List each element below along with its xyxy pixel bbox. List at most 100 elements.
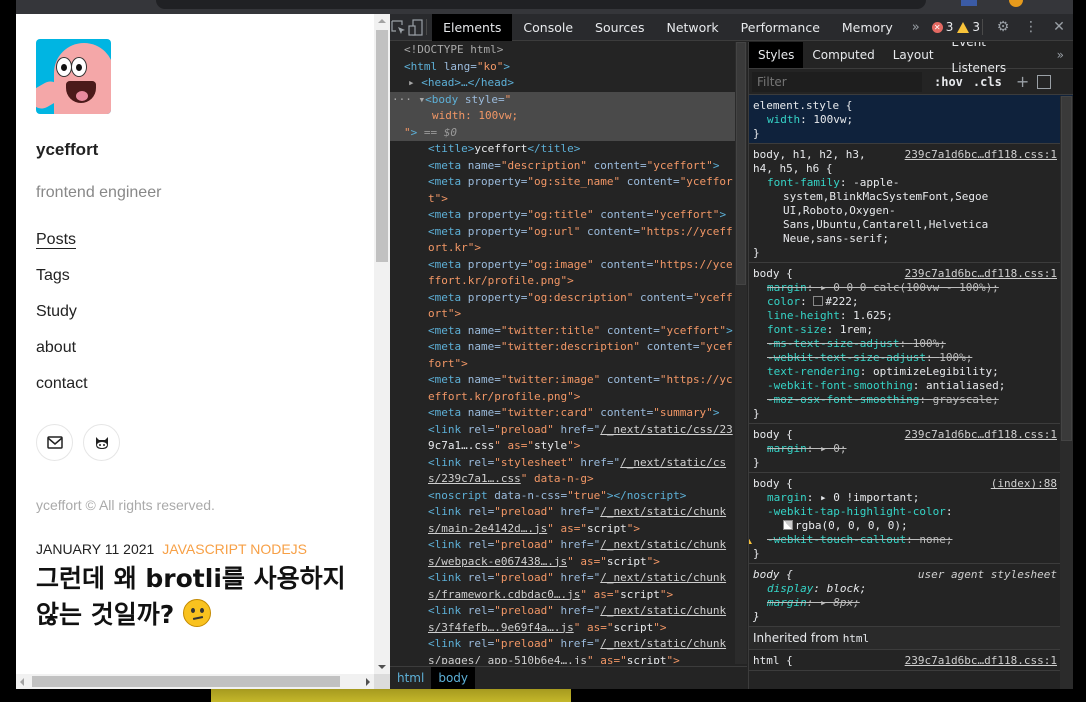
dom-node-body-selected[interactable]: ··· ▾<body style=" width: 100vw; "> == $… <box>390 91 747 141</box>
dom-node-line[interactable]: <meta name="twitter:card" content="summa… <box>390 405 747 422</box>
dom-node-line[interactable]: ort"> <box>390 306 747 323</box>
breadcrumb-html[interactable]: html <box>390 667 431 689</box>
tab-computed[interactable]: Computed <box>803 42 883 68</box>
dom-node-line[interactable]: ort.kr"> <box>390 240 747 257</box>
declaration-property[interactable]: font-size <box>767 323 827 336</box>
rule-source-link[interactable]: 239c7a1d6bc…df118.css:1 <box>905 267 1057 281</box>
dom-node-line[interactable]: <meta property="og:title" content="yceff… <box>390 207 747 224</box>
style-rule-body-index[interactable]: (index):88 body { margin: ▸ 0 !important… <box>749 473 1073 564</box>
dom-node-line[interactable]: <meta property="og:description" content=… <box>390 290 747 307</box>
declaration-value[interactable]: ▸ 8px; <box>820 596 860 609</box>
style-declaration[interactable]: display: block; <box>753 582 1069 596</box>
style-rule-user-agent[interactable]: user agent stylesheet body { display: bl… <box>749 564 1073 627</box>
more-subtabs-icon[interactable]: » <box>1048 42 1073 68</box>
declaration-property[interactable]: color <box>767 295 800 308</box>
nav-item-tags[interactable]: Tags <box>36 266 376 302</box>
dom-node-line[interactable]: ffort.kr/profile.png"> <box>390 273 747 290</box>
github-button[interactable] <box>83 424 120 461</box>
dom-node-line[interactable]: <link rel="preload" href="/_next/static/… <box>390 422 747 439</box>
style-declaration[interactable]: margin: ▸ 8px; <box>753 596 1069 610</box>
dom-node-line[interactable]: effort.kr/profile.png"> <box>390 389 747 406</box>
error-badge[interactable]: ✕ 3 <box>931 20 953 34</box>
dom-node-line[interactable]: s/239c7a1….css" data-n-g> <box>390 471 747 488</box>
inherited-element-link[interactable]: html <box>843 632 870 645</box>
dom-node-line[interactable]: <meta name="twitter:title" content="ycef… <box>390 323 747 340</box>
site-name[interactable]: yceffort <box>36 140 376 160</box>
post-tags[interactable]: JAVASCRIPT NODEJS <box>162 541 307 557</box>
address-bar[interactable] <box>156 0 926 9</box>
declaration-property[interactable]: margin <box>767 442 807 455</box>
nav-item-study[interactable]: Study <box>36 302 376 338</box>
dom-node-line[interactable]: s/3f4fefb….9e69f4a….js" as="script"> <box>390 620 747 637</box>
dom-node-line[interactable]: <title>yceffort</title> <box>390 141 747 158</box>
declaration-value[interactable]: 1.625; <box>853 309 893 322</box>
scroll-up-arrow-icon[interactable] <box>378 19 386 23</box>
dom-node-line[interactable]: s/pages/_app-510b6e4….js" as="script"> <box>390 653 747 665</box>
style-declaration[interactable]: -ms-text-size-adjust: 100%; <box>753 337 1069 351</box>
declaration-value[interactable]: 100%; <box>913 337 946 350</box>
nav-item-posts[interactable]: Posts <box>36 230 376 266</box>
dom-node-line[interactable]: <link rel="preload" href="/_next/static/… <box>390 636 747 653</box>
declaration-value[interactable]: 100%; <box>939 351 972 364</box>
style-declaration[interactable]: -webkit-tap-highlight-color: <box>753 505 1069 519</box>
dom-node-line[interactable]: 9c7a1….css" as="style"> <box>390 438 747 455</box>
scroll-right-arrow-icon[interactable] <box>366 678 370 686</box>
dom-node-line[interactable]: s/main-2e4142d….js" as="script"> <box>390 521 747 538</box>
rule-source-link[interactable]: (index):88 <box>991 477 1057 491</box>
declaration-value[interactable]: grayscale; <box>933 393 999 406</box>
style-rule-body-margin[interactable]: 239c7a1d6bc…df118.css:1 body { margin: ▸… <box>749 424 1073 473</box>
warning-badge[interactable]: 3 <box>957 20 980 34</box>
rule-source-link[interactable]: 239c7a1d6bc…df118.css:1 <box>905 654 1057 668</box>
style-declaration[interactable]: line-height: 1.625; <box>753 309 1069 323</box>
dom-node-line[interactable]: <meta property="og:site_name" content="y… <box>390 174 747 191</box>
nav-label[interactable]: about <box>36 339 76 356</box>
profile-avatar-image[interactable] <box>36 39 111 114</box>
nav-label[interactable]: Posts <box>36 231 77 249</box>
nav-label[interactable]: Tags <box>36 267 70 284</box>
styles-filter-input[interactable] <box>752 71 922 92</box>
style-declaration[interactable]: -webkit-touch-callout: none; <box>749 533 1069 547</box>
extension-icon[interactable] <box>961 0 977 6</box>
declaration-property[interactable]: margin <box>767 596 807 609</box>
style-declaration[interactable]: width: 100vw; <box>753 113 1069 127</box>
style-declaration[interactable]: margin: ▸ 0 0 0 calc(100vw - 100%); <box>753 281 1069 295</box>
style-rule-element[interactable]: element.style { width: 100vw; } <box>749 95 1073 144</box>
color-swatch[interactable] <box>783 520 793 530</box>
tab-network[interactable]: Network <box>655 14 729 41</box>
nav-label[interactable]: Study <box>36 303 77 320</box>
declaration-property[interactable]: margin <box>767 281 807 294</box>
more-dots-icon[interactable]: ··· <box>392 93 419 106</box>
cls-toggle[interactable]: .cls <box>973 75 1002 89</box>
dom-node-line[interactable]: <meta name="description" content="yceffo… <box>390 158 747 175</box>
declaration-value[interactable]: #222; <box>825 295 858 308</box>
style-declaration[interactable]: text-rendering: optimizeLegibility; <box>753 365 1069 379</box>
scroll-left-arrow-icon[interactable] <box>20 678 24 686</box>
style-rule-body-main[interactable]: 239c7a1d6bc…df118.css:1 body { margin: ▸… <box>749 263 1073 424</box>
post-title[interactable]: 그런데 왜 brotli를 사용하지 않는 것일까? <box>36 561 376 633</box>
tab-console[interactable]: Console <box>512 14 584 41</box>
scrollbar-thumb[interactable] <box>1061 96 1072 441</box>
declaration-value[interactable]: ▸ 0; <box>820 442 847 455</box>
device-toolbar-icon[interactable] <box>407 14 424 41</box>
settings-gear-icon[interactable]: ⚙ <box>989 14 1017 41</box>
dom-node-head[interactable]: ▸ <head>…</head> <box>390 75 747 92</box>
rule-source-link[interactable]: 239c7a1d6bc…df118.css:1 <box>905 148 1057 162</box>
tab-memory[interactable]: Memory <box>831 14 904 41</box>
nav-item-about[interactable]: about <box>36 338 376 374</box>
tab-performance[interactable]: Performance <box>730 14 831 41</box>
style-declaration[interactable]: font-size: 1rem; <box>753 323 1069 337</box>
dom-node-line[interactable]: <meta name="twitter:description" content… <box>390 339 747 356</box>
dom-node-line[interactable]: s/webpack-e067438….js" as="script"> <box>390 554 747 571</box>
style-declaration[interactable]: margin: ▸ 0; <box>753 442 1069 456</box>
declaration-property[interactable]: -moz-osx-font-smoothing <box>767 393 919 406</box>
scrollbar-thumb[interactable] <box>32 676 340 687</box>
page-horizontal-scrollbar[interactable] <box>16 674 374 689</box>
style-declaration[interactable]: color: #222; <box>753 295 1069 309</box>
dom-node-line[interactable]: <link rel="stylesheet" href="/_next/stat… <box>390 455 747 472</box>
page-vertical-scrollbar[interactable] <box>374 14 390 674</box>
declaration-property[interactable]: text-rendering <box>767 365 860 378</box>
dom-node-doctype[interactable]: <!DOCTYPE html> <box>390 42 747 59</box>
elements-scrollbar[interactable] <box>735 42 747 664</box>
scrollbar-thumb[interactable] <box>376 30 388 262</box>
declaration-property[interactable]: line-height <box>767 309 840 322</box>
